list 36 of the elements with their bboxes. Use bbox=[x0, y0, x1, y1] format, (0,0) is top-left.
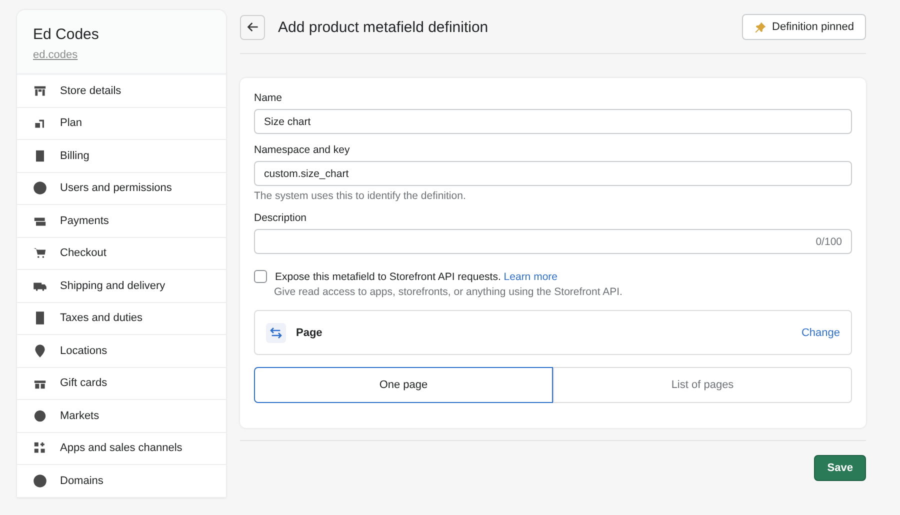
checkbox-label: Expose this metafield to Storefront API requests. Learn more bbox=[275, 270, 558, 282]
checkbox[interactable] bbox=[254, 270, 267, 283]
sidebar-item[interactable]: Markets bbox=[17, 400, 226, 432]
pushpin-icon bbox=[754, 20, 768, 34]
learn-more-link[interactable]: Learn more bbox=[504, 270, 558, 282]
namespace-input-field[interactable]: custom.size_chart bbox=[254, 161, 852, 186]
option-button[interactable]: List of pages bbox=[553, 367, 852, 403]
sidebar-item[interactable]: Gift cards bbox=[17, 368, 226, 400]
swap-arrows-icon bbox=[266, 322, 286, 342]
field-label: Description bbox=[254, 212, 308, 224]
sidebar-item[interactable]: Payments bbox=[17, 205, 226, 238]
page-title: Add product metafield definition bbox=[278, 18, 490, 36]
sidebar-item[interactable]: Checkout bbox=[17, 238, 226, 270]
back-button[interactable] bbox=[240, 14, 265, 40]
sidebar-item[interactable]: Locations bbox=[17, 335, 226, 368]
sidebar-item[interactable]: Taxes and duties bbox=[17, 302, 226, 335]
option-button[interactable]: One page bbox=[254, 367, 553, 403]
name-input-field[interactable]: Size chart bbox=[254, 109, 852, 134]
store-name: Ed Codes bbox=[33, 26, 100, 43]
sidebar-item[interactable]: Plan bbox=[17, 108, 226, 140]
save-button[interactable]: Save bbox=[814, 455, 866, 481]
field-label: Namespace and key bbox=[254, 144, 351, 156]
sidebar-item[interactable]: Shipping and delivery bbox=[17, 270, 226, 302]
help-text: The system uses this to identify the definition. bbox=[254, 190, 467, 202]
sidebar-item[interactable]: Billing bbox=[17, 140, 226, 172]
pin-icon bbox=[32, 342, 48, 359]
field-label: Name bbox=[254, 92, 284, 104]
change-link[interactable]: Change bbox=[801, 326, 840, 338]
definition-pinned-button[interactable]: Definition pinned bbox=[742, 14, 866, 40]
type-label: Page bbox=[296, 326, 324, 338]
sidebar-item[interactable]: Store details bbox=[17, 75, 226, 108]
sidebar-item[interactable]: Domains bbox=[17, 465, 226, 498]
description-input-field[interactable]: 0/100 bbox=[254, 229, 852, 254]
sidebar-item[interactable]: Users and permissions bbox=[17, 172, 226, 205]
help-text: Give read access to apps, storefronts, or anything using the Storefront API. bbox=[274, 286, 624, 298]
sidebar-item[interactable]: Apps and sales channels bbox=[17, 432, 226, 465]
